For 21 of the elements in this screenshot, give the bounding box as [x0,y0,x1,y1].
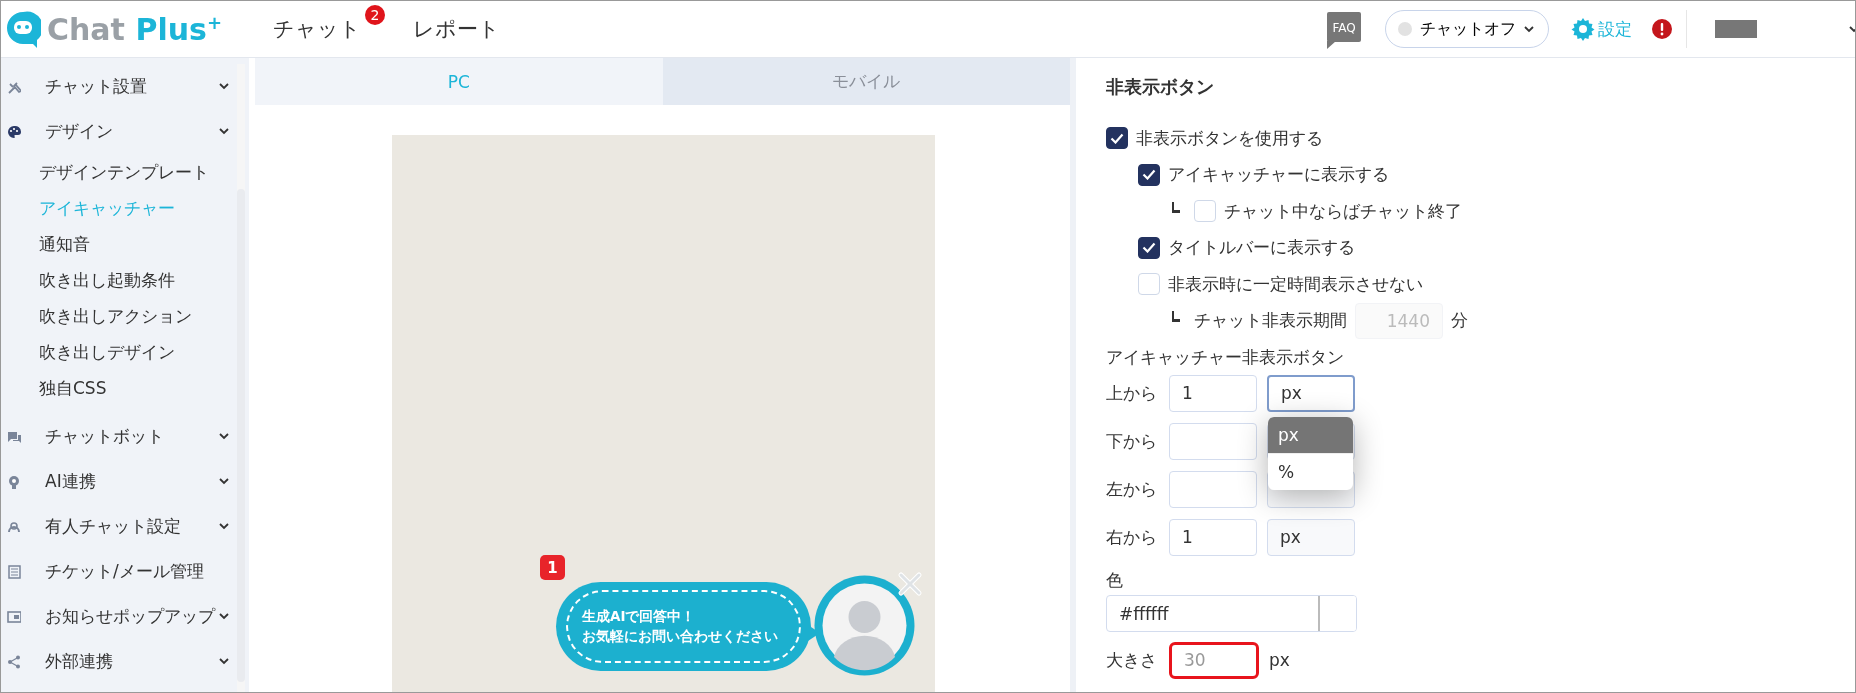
bubble-message: 生成AIで回答中！ [582,606,696,626]
unit-label: 分 [1451,309,1468,333]
field-label: 右から [1106,525,1158,549]
field-label: 大きさ [1106,648,1158,672]
option-label: 非表示ボタンを使用する [1136,126,1323,150]
bubble-message: お気軽にお問い合わせください [582,626,778,646]
unit-label: px [1269,650,1290,670]
option-label: チャット中ならばチャット終了 [1224,199,1462,223]
field-label: チャット非表示期間 [1194,309,1347,333]
field-label: 上から [1106,381,1158,405]
field-label: 左から [1106,477,1158,501]
option-label: タイトルバーに表示する [1168,236,1355,260]
count-badge: 1 [540,555,565,580]
option-label: アイキャッチャーに表示する [1168,163,1389,187]
section-title: 非表示ボタン [1106,75,1215,99]
count-badge: 2 [365,5,385,25]
field-label: 下から [1106,429,1158,453]
option-label: 非表示時に一定時間表示させない [1168,272,1423,296]
field-label: 色 [1106,569,1124,592]
field-group-label: アイキャッチャー非表示ボタン [1106,346,1345,369]
logo-text: Chat Plus$^{+}$ [47,11,222,47]
